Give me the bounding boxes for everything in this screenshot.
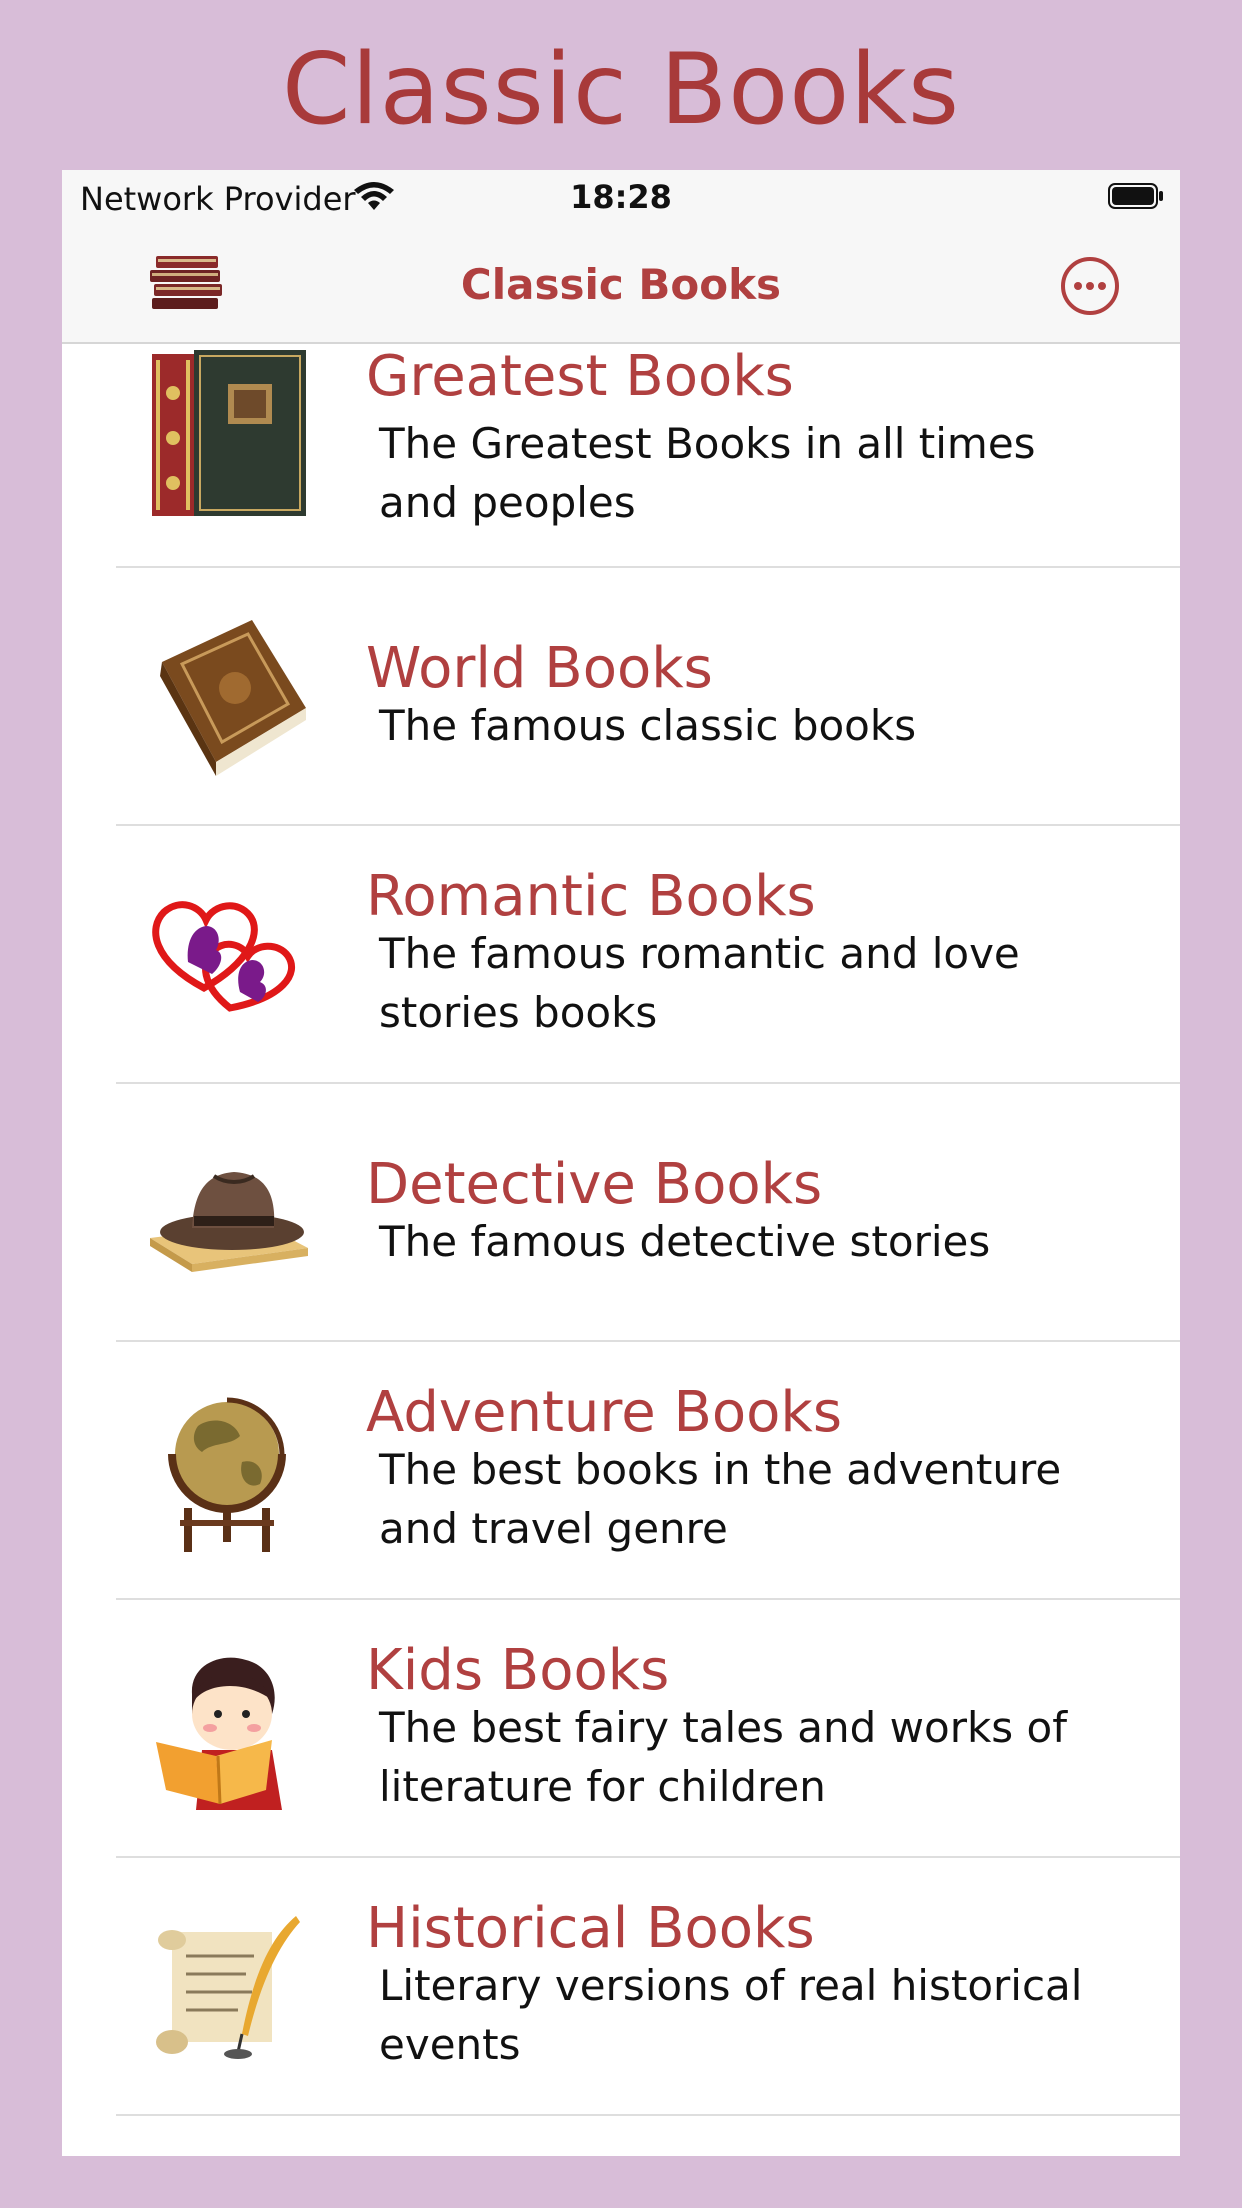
category-title: World Books [366,636,713,701]
category-title: Kids Books [366,1638,670,1703]
category-title: Detective Books [366,1152,823,1217]
category-row-kids-books[interactable]: Kids Books The best fairy tales and work… [62,1600,1180,1858]
navigation-bar: Classic Books [62,230,1180,344]
category-row-adventure-books[interactable]: Adventure Books The best books in the ad… [62,1342,1180,1600]
category-description: The famous romantic and love stories boo… [379,929,1020,1037]
status-time: 18:28 [570,178,672,216]
category-description: The best books in the adventure and trav… [379,1445,1062,1553]
phone-screen: Network Provider 18:28 Classic Books Gre… [62,170,1180,2156]
status-bar: Network Provider 18:28 [62,170,1180,230]
category-description: The famous detective stories [379,1217,991,1266]
category-row-greatest-books[interactable]: Greatest Books The Greatest Books in all… [62,344,1180,568]
romantic-hearts-icon [152,901,296,1012]
battery-icon [1108,183,1163,209]
category-description: The best fairy tales and works of litera… [379,1703,1067,1811]
nav-title: Classic Books [460,260,782,309]
category-row-romantic-books[interactable]: Romantic Books The famous romantic and l… [62,826,1180,1084]
category-row-detective-books[interactable]: Detective Books The famous detective sto… [62,1084,1180,1342]
more-options-icon[interactable] [1060,256,1120,316]
category-title: Historical Books [366,1896,815,1961]
category-title: Greatest Books [366,344,794,409]
world-book-icon [160,620,306,776]
category-description: The famous classic books [379,701,917,750]
category-description: Literary versions of real historical eve… [379,1961,1083,2069]
promo-title: Classic Books [281,33,961,147]
detective-hat-icon [150,1172,308,1272]
category-title: Romantic Books [366,864,816,929]
category-row-historical-books[interactable]: Historical Books Literary versions of re… [62,1858,1180,2116]
category-title: Adventure Books [366,1380,842,1445]
scroll-quill-icon [156,1916,300,2059]
row-separator [116,2114,1180,2116]
category-row-world-books[interactable]: World Books The famous classic books [62,568,1180,826]
category-description: The Greatest Books in all times and peop… [379,419,1036,527]
kid-reading-icon [156,1657,282,1810]
greatest-book-icon [152,350,306,516]
globe-icon [168,1397,286,1552]
